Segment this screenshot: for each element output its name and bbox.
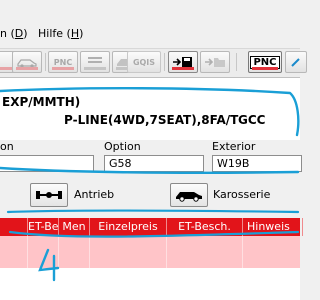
toolbar-pnc-button[interactable]: PNC xyxy=(48,51,78,73)
pnc-small-label: PNC xyxy=(53,57,73,67)
gqis-label: GQIS xyxy=(132,57,156,67)
filter-bar: Antrieb Karosserie xyxy=(0,178,300,216)
parts-grid-row[interactable] xyxy=(0,236,300,268)
menu-first-key: D xyxy=(14,27,24,40)
menu-item-first[interactable]: n (D) xyxy=(0,27,28,41)
toolbar-list-button[interactable] xyxy=(80,51,110,73)
car-body-icon xyxy=(176,192,202,202)
toolbar-separator-3 xyxy=(236,53,237,71)
toolbar-pnc-active-button[interactable]: PNC xyxy=(248,51,282,73)
vehicle-model-line: EXP/MMTH) xyxy=(2,95,81,109)
grid-col-men[interactable]: Men xyxy=(59,218,90,236)
grid-col-hinweis[interactable]: Hinweis xyxy=(243,218,303,236)
parts-grid-header: ET-Bez. Men Einzelpreis ET-Besch. Hinwei… xyxy=(0,218,303,236)
axle-icon xyxy=(36,191,62,199)
toolbar-car-button[interactable] xyxy=(12,51,42,73)
grid-col-et-besch[interactable]: ET-Besch. xyxy=(167,218,243,236)
exterior-field[interactable]: W19B xyxy=(212,155,302,172)
menu-first-label: n xyxy=(0,27,7,40)
exterior-label: Exterior xyxy=(212,140,256,153)
menu-bar: n (D) Hilfe (H) xyxy=(0,0,300,44)
toolbar-separator-2 xyxy=(164,53,165,71)
body-filter-button[interactable] xyxy=(170,183,208,207)
drive-filter-label: Antrieb xyxy=(74,188,115,201)
option-label: Option xyxy=(104,140,141,153)
option-field[interactable]: G58 xyxy=(104,155,204,172)
grid-col-einzelpreis[interactable]: Einzelpreis xyxy=(90,218,167,236)
grid-col-first[interactable] xyxy=(0,218,28,236)
toolbar: PNC GQIS PNC xyxy=(0,48,307,78)
left-field-label: on xyxy=(0,140,14,153)
grid-empty-area xyxy=(0,268,300,300)
vehicle-market: GCC xyxy=(238,113,266,127)
body-filter-label: Karosserie xyxy=(213,188,271,201)
menu-item-help[interactable]: Hilfe (H) xyxy=(38,27,83,41)
toolbar-separator xyxy=(45,53,46,71)
drive-filter-button[interactable] xyxy=(30,183,68,207)
left-field[interactable] xyxy=(0,155,94,172)
folder-arrow-icon xyxy=(205,58,225,67)
grid-col-et-bez[interactable]: ET-Bez. xyxy=(28,218,59,236)
toolbar-edge-button[interactable] xyxy=(285,51,307,73)
pencil-icon xyxy=(291,58,300,67)
menu-help-key: H xyxy=(70,27,80,40)
vehicle-info-panel: EXP/MMTH) P-LINE(4WD,7SEAT),8FA/T GCC xyxy=(0,78,300,140)
menu-help-label: Hilfe xyxy=(38,27,64,40)
toolbar-save-button[interactable] xyxy=(168,51,198,73)
vehicle-spec-line: P-LINE(4WD,7SEAT),8FA/T xyxy=(64,113,239,127)
toolbar-folder-button[interactable] xyxy=(200,51,230,73)
toolbar-gqis-button[interactable]: GQIS xyxy=(127,51,161,73)
